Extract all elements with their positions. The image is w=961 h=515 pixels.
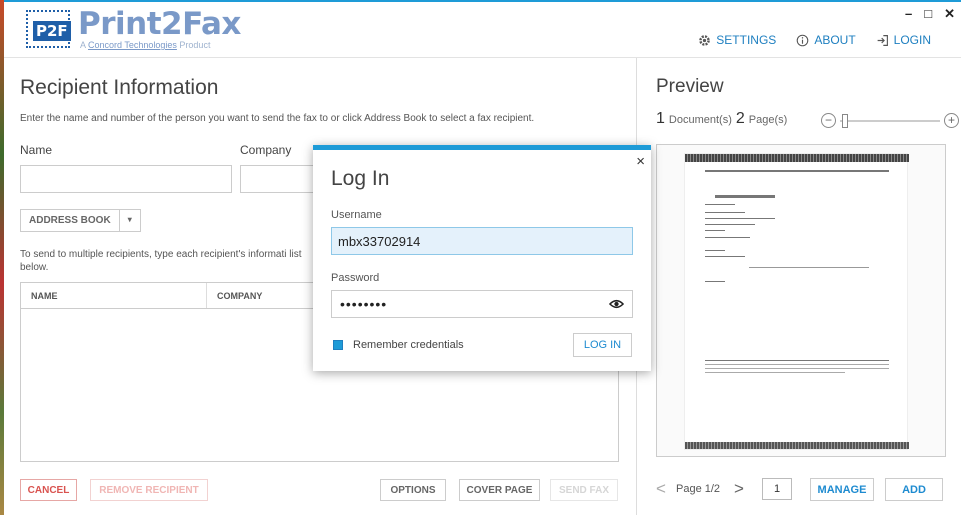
multiple-recipients-hint: To send to multiple recipients, type eac… — [20, 249, 302, 273]
name-label: Name — [20, 143, 53, 157]
preview-heading: Preview — [656, 76, 724, 97]
page-line — [705, 224, 755, 225]
page-line — [705, 230, 725, 231]
settings-label: SETTINGS — [716, 33, 777, 47]
add-button[interactable]: ADD — [885, 478, 943, 501]
fax-header-strip — [685, 154, 909, 162]
remove-recipient-button[interactable]: REMOVE RECIPIENT — [90, 479, 208, 501]
address-book-button[interactable]: ADDRESS BOOK ▾ — [20, 209, 141, 232]
page-number-input[interactable]: 1 — [762, 478, 793, 500]
cover-page-button[interactable]: COVER PAGE — [459, 479, 540, 501]
app-title: Print2Fax — [78, 6, 241, 42]
remember-label: Remember credentials — [353, 339, 464, 351]
recipient-heading: Recipient Information — [20, 76, 219, 99]
manage-button[interactable]: MANAGE — [810, 478, 874, 501]
maximize-button[interactable]: □ — [924, 6, 932, 22]
company-input[interactable] — [240, 165, 320, 193]
page-line — [705, 368, 889, 369]
options-button[interactable]: OPTIONS — [380, 479, 446, 501]
gear-icon — [699, 34, 711, 46]
document-count-label: Document(s) — [668, 114, 732, 126]
page-count: 2 — [735, 110, 745, 127]
cancel-button[interactable]: CANCEL — [20, 479, 77, 501]
page-line — [705, 281, 725, 282]
log-in-button[interactable]: LOG IN — [573, 333, 632, 357]
column-name[interactable]: NAME — [21, 283, 207, 308]
previous-page-button[interactable]: < — [656, 479, 676, 499]
login-dialog: × Log In Username mbx33702914 Password •… — [313, 145, 651, 371]
next-page-button[interactable]: > — [734, 479, 754, 499]
page-line — [705, 218, 775, 219]
about-link[interactable]: ABOUT — [796, 33, 856, 47]
page-line — [705, 360, 889, 361]
document-preview[interactable] — [656, 144, 946, 457]
send-fax-button[interactable]: SEND FAX — [550, 479, 618, 501]
app-header: P2F Print2Fax A Concord Technologies Pro… — [4, 0, 961, 58]
page-line — [705, 212, 745, 213]
page-line — [705, 256, 745, 257]
sign-in-icon — [877, 34, 888, 46]
document-counts: 1 Document(s) 2 Page(s) — [656, 110, 787, 128]
close-window-button[interactable]: ✕ — [944, 6, 955, 22]
remember-checkbox[interactable] — [333, 340, 343, 350]
page-line — [705, 204, 735, 205]
column-company[interactable]: COMPANY — [207, 283, 317, 308]
zoom-control: − + — [821, 113, 959, 128]
page-count-label: Page(s) — [748, 114, 788, 126]
zoom-out-button[interactable]: − — [821, 113, 836, 128]
preview-panel: Preview 1 Document(s) 2 Page(s) − + < Pa… — [636, 58, 961, 515]
username-label: Username — [331, 209, 382, 221]
chevron-down-icon[interactable]: ▾ — [120, 210, 140, 231]
page-line — [705, 372, 845, 373]
fax-footer-strip — [685, 442, 909, 449]
login-label: LOGIN — [893, 33, 931, 47]
password-label: Password — [331, 272, 380, 284]
address-book-label: ADDRESS BOOK — [21, 210, 120, 231]
company-label: Company — [240, 143, 292, 157]
document-count: 1 — [656, 110, 665, 127]
recipient-description: Enter the name and number of the person … — [20, 113, 535, 124]
login-link[interactable]: LOGIN — [876, 33, 931, 47]
logo-badge-text: P2F — [33, 21, 71, 41]
info-icon — [797, 34, 809, 46]
minimize-button[interactable]: – — [905, 6, 912, 22]
app-subtitle-brand: Concord Technologies — [88, 40, 177, 50]
close-icon[interactable]: × — [636, 153, 645, 170]
settings-link[interactable]: SETTINGS — [698, 33, 776, 47]
page-indicator: Page 1/2 — [676, 483, 721, 495]
login-title: Log In — [331, 167, 390, 190]
page-navigator: < Page 1/2 > 1 — [656, 478, 793, 500]
page-line — [705, 237, 750, 238]
name-input[interactable] — [20, 165, 232, 193]
window-controls: – □ ✕ — [905, 6, 955, 22]
zoom-in-button[interactable]: + — [944, 113, 959, 128]
app-subtitle-suffix: Product — [176, 40, 211, 50]
page-line — [705, 364, 889, 365]
fax-page-thumbnail — [684, 153, 909, 450]
username-input[interactable]: mbx33702914 — [331, 227, 633, 255]
app-subtitle: A Concord Technologies Product — [80, 40, 210, 50]
zoom-slider-handle[interactable] — [842, 113, 848, 128]
page-line — [715, 195, 775, 198]
top-nav: SETTINGS ABOUT LOGIN — [698, 33, 931, 47]
eye-icon[interactable] — [609, 298, 624, 310]
page-line — [705, 170, 889, 172]
about-label: ABOUT — [814, 33, 856, 47]
zoom-slider[interactable] — [840, 113, 940, 128]
page-line — [705, 250, 725, 251]
page-line — [749, 267, 869, 268]
app-subtitle-prefix: A — [80, 40, 89, 50]
password-input[interactable]: •••••••• — [331, 290, 633, 318]
logo-badge: P2F — [26, 10, 71, 48]
